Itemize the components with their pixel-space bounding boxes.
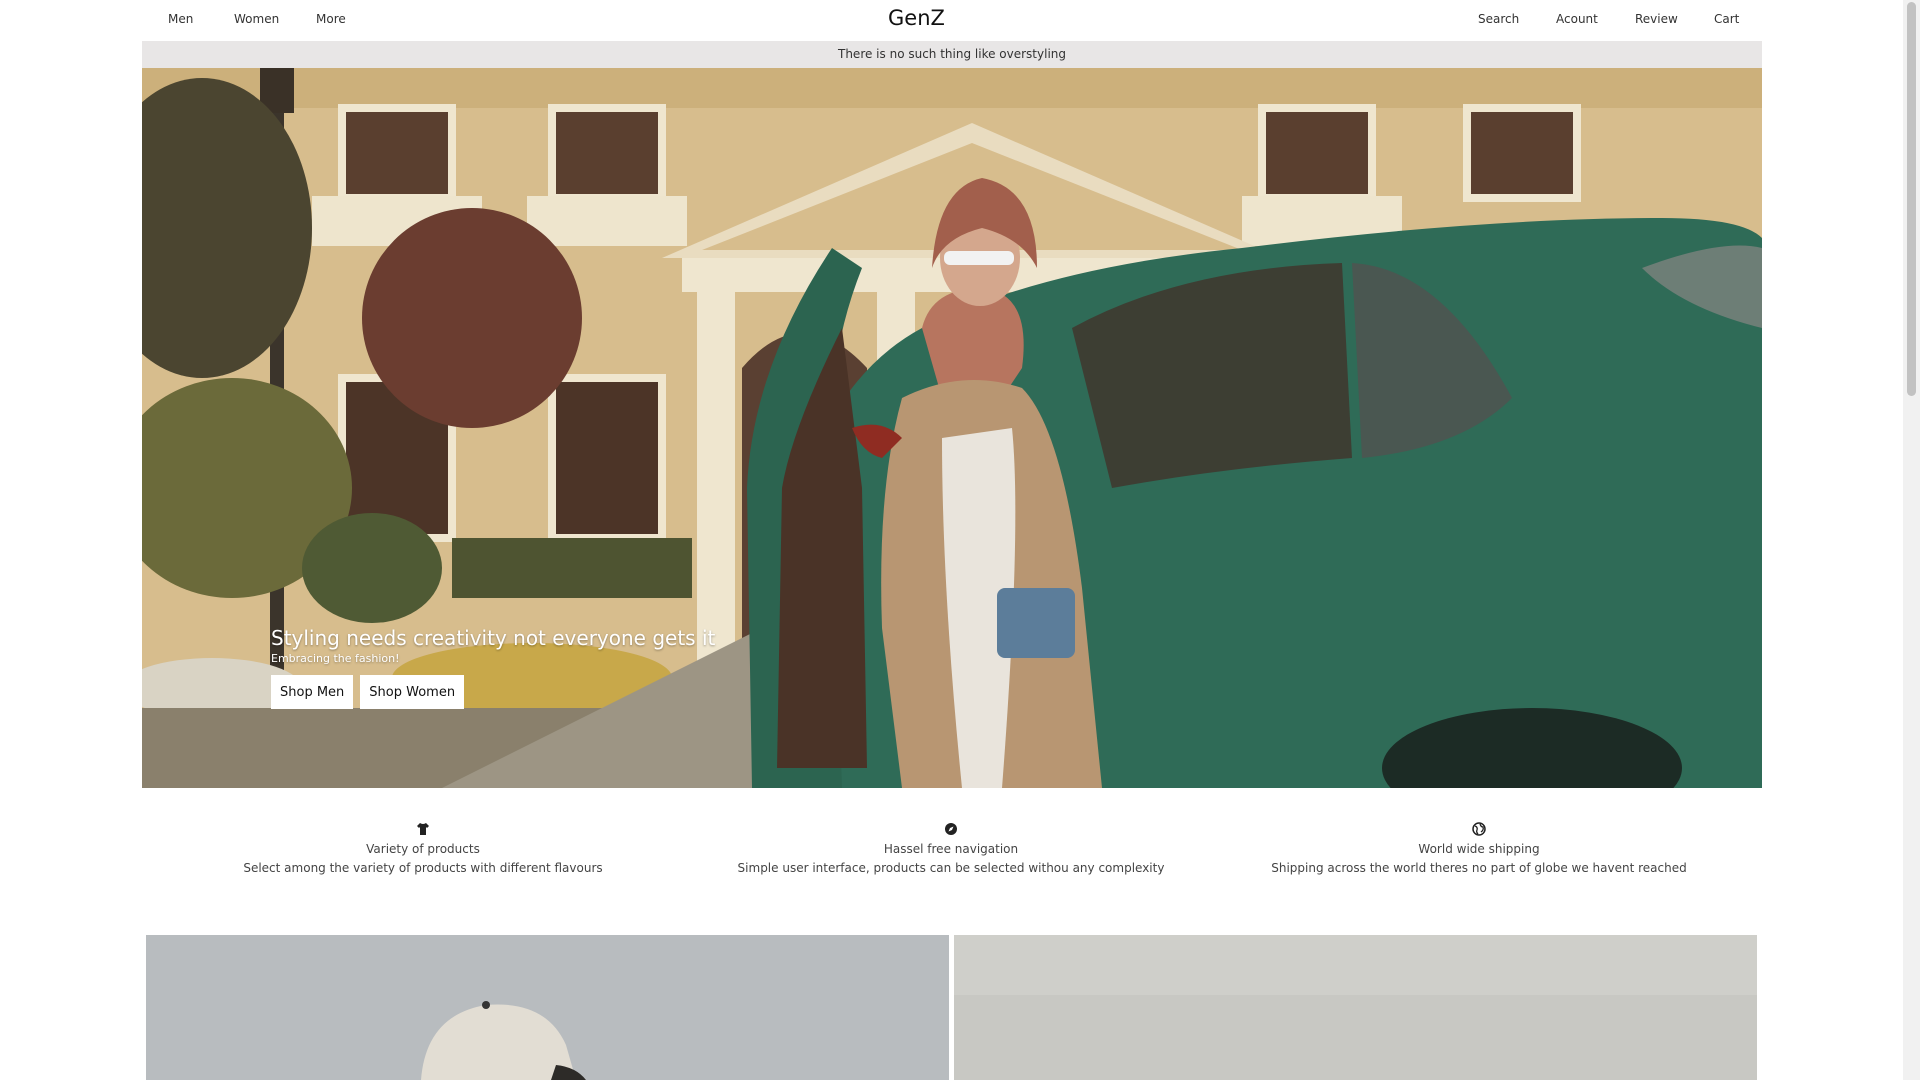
feature-description: Simple user interface, products can be s…	[737, 861, 1165, 875]
shop-men-button[interactable]: Shop Men	[271, 675, 354, 709]
feature-title: Variety of products	[366, 842, 480, 856]
nav-link-cart[interactable]: Cart	[1714, 12, 1739, 26]
page-scrollbar[interactable]	[1903, 0, 1920, 1080]
hero-buttons: Shop Men Shop Women	[271, 675, 715, 709]
hero-subtitle: Embracing the fashion!	[271, 652, 400, 665]
brand-logo[interactable]: GenZ	[888, 6, 945, 30]
nav-link-account[interactable]: Acount	[1556, 12, 1598, 26]
feature-shipping: World wide shipping Shipping across the …	[1219, 822, 1739, 875]
announcement-bar: There is no such thing like overstyling	[142, 41, 1762, 68]
globe-icon	[1472, 822, 1486, 836]
nav-link-review[interactable]: Review	[1635, 12, 1678, 26]
feature-variety: Variety of products Select among the var…	[163, 822, 683, 875]
category-card-men[interactable]	[146, 935, 949, 1080]
compass-icon	[945, 823, 957, 835]
tshirt-icon	[417, 823, 429, 835]
feature-title: Hassel free navigation	[883, 842, 1019, 856]
top-navigation: Men Women More GenZ Search Acount Review…	[0, 0, 1903, 41]
nav-link-women[interactable]: Women	[234, 12, 279, 26]
feature-description: Shipping across the world theres no part…	[1271, 861, 1687, 875]
feature-description: Select among the variety of products wit…	[243, 861, 603, 875]
hero-content: Styling needs creativity not everyone ge…	[271, 626, 715, 709]
hero-title: Styling needs creativity not everyone ge…	[271, 626, 716, 650]
feature-navigation: Hassel free navigation Simple user inter…	[691, 822, 1211, 875]
nav-link-search[interactable]: Search	[1478, 12, 1519, 26]
category-card-women[interactable]	[954, 935, 1757, 1080]
shop-women-button[interactable]: Shop Women	[360, 675, 465, 709]
nav-link-more[interactable]: More	[316, 12, 346, 26]
feature-title: World wide shipping	[1418, 842, 1540, 856]
women-category-image	[954, 935, 1757, 1080]
men-category-image	[146, 935, 949, 1080]
scrollbar-thumb[interactable]	[1907, 2, 1916, 396]
hero-banner: Styling needs creativity not everyone ge…	[142, 68, 1762, 788]
nav-link-men[interactable]: Men	[168, 12, 193, 26]
